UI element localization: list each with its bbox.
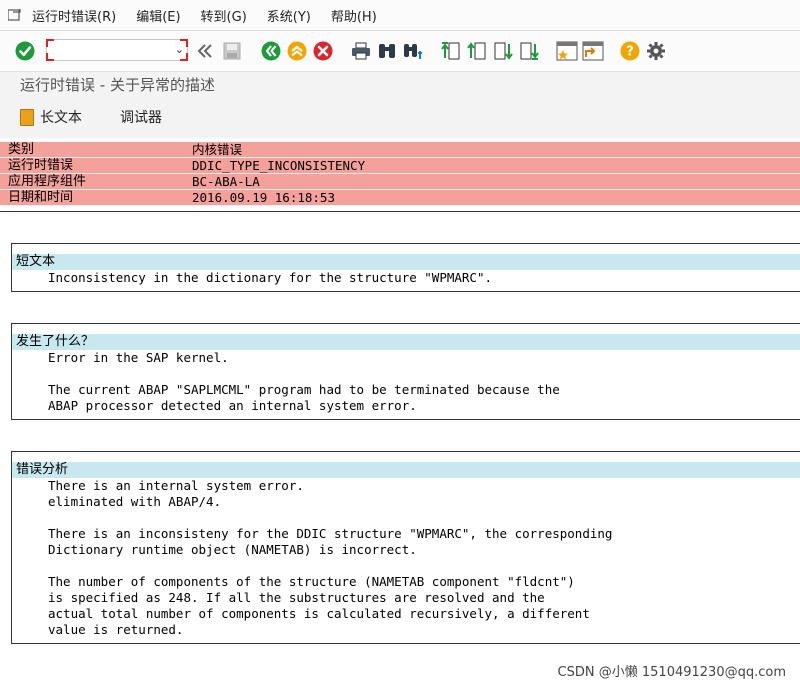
section-body: Inconsistency in the dictionary for the …: [12, 270, 800, 286]
previous-page-icon[interactable]: [466, 40, 488, 62]
text-line: There is an inconsisteny for the DDIC st…: [48, 526, 613, 541]
error-header-table: 类别 内核错误 运行时错误 DDIC_TYPE_INCONSISTENCY 应用…: [0, 142, 800, 206]
text-line: Error in the SAP kernel.: [48, 350, 229, 365]
save-icon[interactable]: [221, 40, 243, 62]
text-line: There is an internal system error.: [48, 478, 304, 493]
cancel-icon[interactable]: [312, 40, 334, 62]
screen-title: 运行时错误 - 关于异常的描述: [20, 76, 215, 94]
watermark: CSDN @小懒 1510491230@qq.com: [557, 665, 786, 680]
section-body: There is an internal system error. elimi…: [12, 478, 800, 638]
debugger-button[interactable]: 调试器: [120, 107, 162, 127]
find-next-icon[interactable]: [402, 40, 424, 62]
document-icon: [20, 108, 34, 126]
text-line: Inconsistency in the dictionary for the …: [48, 270, 493, 285]
menu-goto[interactable]: 转到(G): [201, 6, 247, 25]
section-what-happened: 发生了什么？ Error in the SAP kernel. The curr…: [11, 323, 800, 420]
header-value: 内核错误: [192, 142, 243, 157]
text-line: The current ABAP "SAPLMCML" program had …: [48, 382, 560, 397]
menu-help[interactable]: 帮助(H): [331, 6, 377, 25]
back-icon[interactable]: [260, 40, 282, 62]
header-key: 类别: [8, 142, 35, 157]
section-title: 发生了什么？: [12, 334, 800, 350]
section-short-text: 短文本 Inconsistency in the dictionary for …: [11, 243, 800, 292]
header-row-component: 应用程序组件 BC-ABA-LA: [0, 174, 800, 190]
text-line: Dictionary runtime object (NAMETAB) is i…: [48, 542, 417, 557]
menu-system[interactable]: 系统(Y): [267, 6, 311, 25]
header-value: BC-ABA-LA: [192, 174, 260, 189]
text-line: [48, 510, 800, 526]
header-key: 日期和时间: [8, 190, 74, 205]
text-line: ABAP processor detected an internal syst…: [48, 398, 417, 413]
exit-icon[interactable]: [286, 40, 308, 62]
text-line: The number of components of the structur…: [48, 574, 575, 589]
svg-text:?: ?: [626, 45, 634, 60]
text-line: eliminated with ABAP/4.: [48, 494, 222, 509]
header-key: 运行时错误: [8, 158, 74, 173]
section-error-analysis: 错误分析 There is an internal system error. …: [11, 451, 800, 644]
last-page-icon[interactable]: [518, 40, 540, 62]
long-text-label: 长文本: [40, 110, 82, 126]
command-input[interactable]: [49, 42, 171, 60]
header-value: DDIC_TYPE_INCONSISTENCY: [192, 158, 366, 173]
next-page-icon[interactable]: [492, 40, 514, 62]
find-icon[interactable]: [376, 40, 398, 62]
text-line: value is returned.: [48, 622, 184, 637]
history-icon[interactable]: [194, 40, 216, 62]
error-content-area: 类别 内核错误 运行时错误 DDIC_TYPE_INCONSISTENCY 应用…: [0, 138, 800, 688]
header-row-category: 类别 内核错误: [0, 142, 800, 158]
section-body: Error in the SAP kernel. The current ABA…: [12, 350, 800, 414]
divider: [0, 211, 800, 212]
menu-edit[interactable]: 编辑(E): [136, 6, 180, 25]
standard-toolbar: ⌄ ?: [0, 31, 800, 72]
text-line: is specified as 248. If all the substruc…: [48, 590, 545, 605]
enter-icon[interactable]: [14, 40, 36, 62]
print-icon[interactable]: [350, 40, 372, 62]
debugger-label: 调试器: [120, 110, 162, 126]
text-line: actual total number of components is cal…: [48, 606, 590, 621]
text-line: [48, 558, 800, 574]
header-key: 应用程序组件: [8, 174, 87, 189]
text-line: [48, 366, 800, 382]
customize-layout-icon[interactable]: [645, 40, 667, 62]
menu-bar: 运行时错误(R) 编辑(E) 转到(G) 系统(Y) 帮助(H): [0, 0, 800, 31]
create-session-icon[interactable]: [556, 40, 578, 62]
first-page-icon[interactable]: [440, 40, 462, 62]
application-toolbar: 长文本 调试器: [0, 102, 800, 132]
system-menu-icon[interactable]: [8, 8, 26, 22]
header-value: 2016.09.19 16:18:53: [192, 190, 335, 205]
section-title: 短文本: [12, 254, 800, 270]
header-row-datetime: 日期和时间 2016.09.19 16:18:53: [0, 190, 800, 206]
help-icon[interactable]: ?: [619, 40, 641, 62]
shortcut-icon[interactable]: [582, 40, 604, 62]
command-field[interactable]: ⌄: [46, 39, 188, 61]
chevron-down-icon[interactable]: ⌄: [175, 43, 184, 56]
long-text-button[interactable]: 长文本: [20, 107, 82, 127]
menu-runtime-error[interactable]: 运行时错误(R): [32, 6, 116, 25]
section-title: 错误分析: [12, 462, 800, 478]
header-row-runtime-error: 运行时错误 DDIC_TYPE_INCONSISTENCY: [0, 158, 800, 174]
